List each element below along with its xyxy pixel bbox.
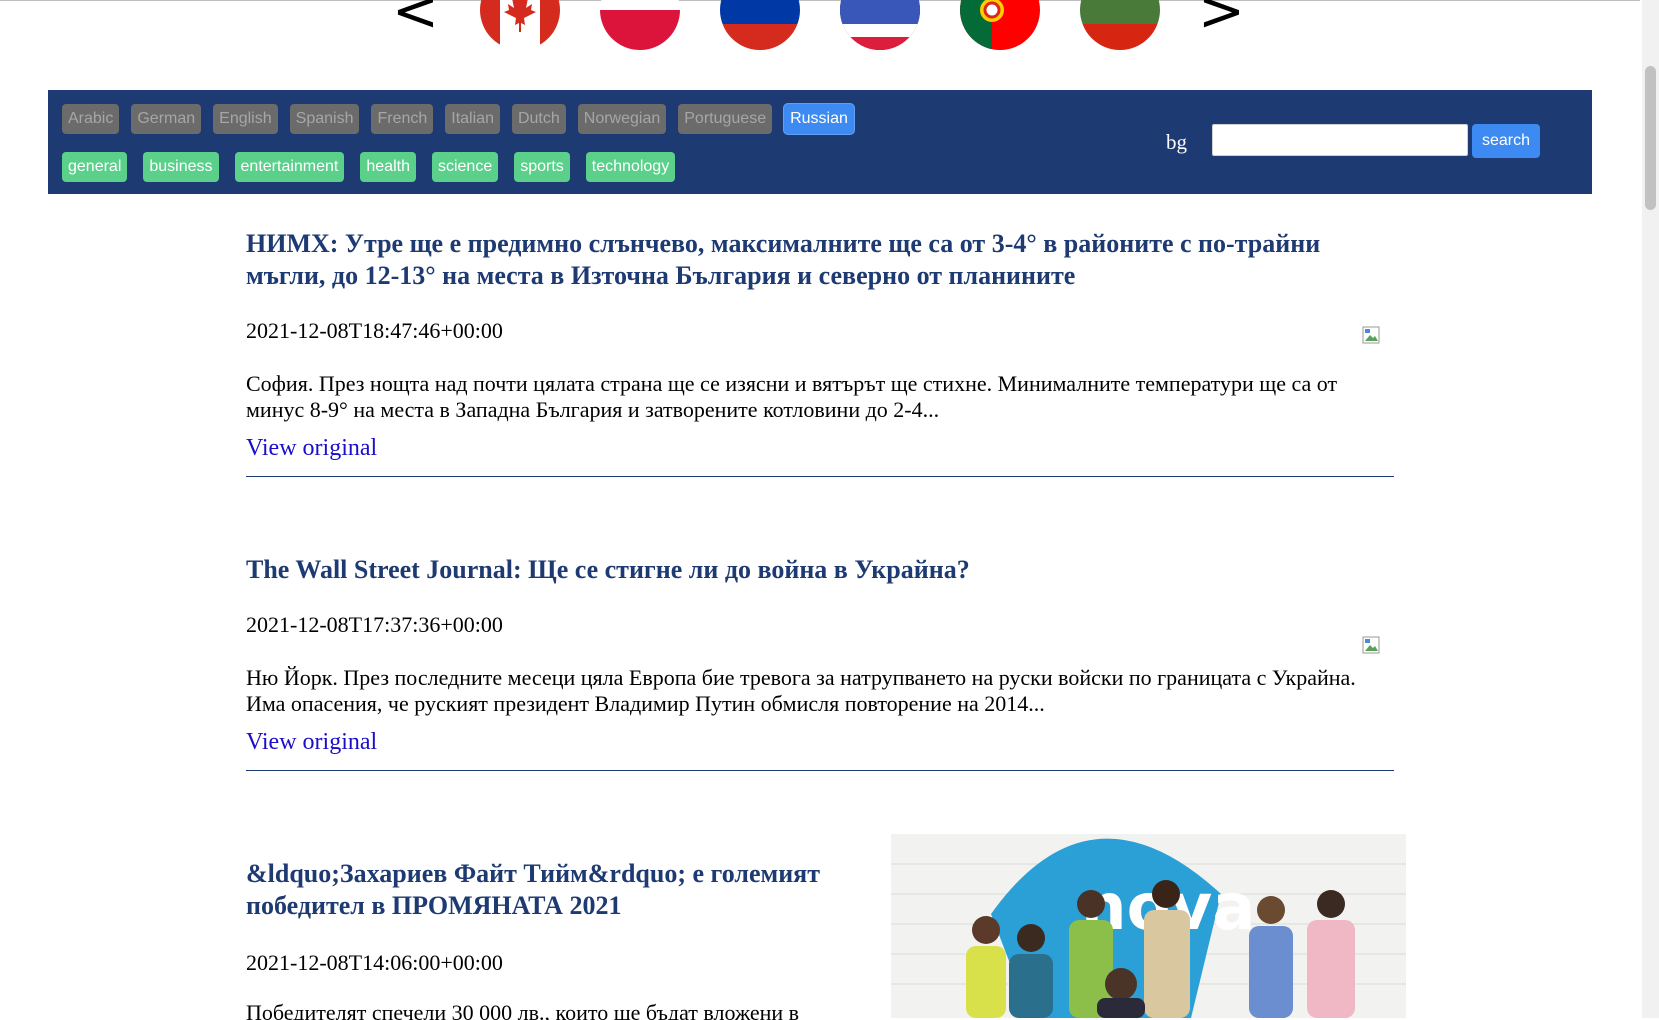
poland-flag-icon[interactable]	[600, 0, 680, 50]
lang-portuguese[interactable]: Portuguese	[678, 104, 773, 134]
thailand-flag-icon[interactable]	[840, 0, 920, 50]
broken-image-icon	[1362, 326, 1380, 344]
category-sports[interactable]: sports	[514, 152, 570, 182]
vertical-scrollbar[interactable]	[1642, 0, 1659, 1018]
carousel-prev-arrow[interactable]: <	[392, 0, 439, 40]
lang-italian[interactable]: Italian	[445, 104, 500, 134]
lang-spanish[interactable]: Spanish	[289, 104, 360, 134]
article-date: 2021-12-08T17:37:36+00:00	[246, 612, 503, 637]
portugal-flag-icon[interactable]	[960, 0, 1040, 50]
article-date: 2021-12-08T18:47:46+00:00	[246, 318, 503, 343]
lang-arabic[interactable]: Arabic	[62, 104, 120, 134]
lang-russian[interactable]: Russian	[784, 104, 854, 134]
category-general[interactable]: general	[62, 152, 128, 182]
article-divider	[246, 476, 1394, 477]
article-photo[interactable]: nova	[891, 834, 1406, 1018]
article-title[interactable]: &ldquo;Захариев Файт Тийм&rdquo; е голем…	[246, 858, 876, 922]
article-description: София. През нощта над почти цялата стран…	[246, 371, 1338, 422]
category-list: general business entertainment health sc…	[62, 152, 676, 182]
lang-dutch[interactable]: Dutch	[511, 104, 566, 134]
category-technology[interactable]: technology	[585, 152, 676, 182]
category-science[interactable]: science	[431, 152, 499, 182]
article-title[interactable]: НИМХ: Утре ще е предимно слънчево, макси…	[246, 228, 1356, 292]
russia-flag-icon[interactable]	[720, 0, 800, 50]
category-health[interactable]: health	[360, 152, 416, 182]
canada-flag-icon[interactable]	[480, 0, 560, 50]
article-divider	[246, 770, 1394, 771]
lang-norwegian[interactable]: Norwegian	[577, 104, 667, 134]
lang-french[interactable]: French	[371, 104, 434, 134]
navbar: Arabic German English Spanish French Ita…	[48, 90, 1592, 194]
language-list: Arabic German English Spanish French Ita…	[62, 104, 854, 134]
carousel-next-arrow[interactable]: >	[1198, 0, 1245, 40]
country-code: bg	[1166, 130, 1187, 154]
article-title[interactable]: The Wall Street Journal: Ще се стигне ли…	[246, 554, 1356, 586]
article-description: Победителят спечели 30 000 лв., които ще…	[246, 1000, 800, 1020]
flag-carousel: < >	[0, 0, 1640, 60]
lang-english[interactable]: English	[213, 104, 278, 134]
search-input[interactable]	[1212, 124, 1468, 156]
lang-german[interactable]: German	[131, 104, 202, 134]
article-description: Ню Йорк. През последните месеци цяла Евр…	[246, 665, 1356, 716]
view-original-link[interactable]: View original	[246, 728, 377, 756]
view-original-link[interactable]: View original	[246, 434, 377, 462]
bulgaria-flag-icon[interactable]	[1080, 0, 1160, 50]
article-date: 2021-12-08T14:06:00+00:00	[246, 950, 503, 975]
broken-image-icon	[1362, 636, 1380, 654]
category-entertainment[interactable]: entertainment	[234, 152, 345, 182]
category-business[interactable]: business	[143, 152, 219, 182]
search-button[interactable]: search	[1472, 124, 1540, 158]
scrollbar-thumb[interactable]	[1645, 66, 1656, 210]
